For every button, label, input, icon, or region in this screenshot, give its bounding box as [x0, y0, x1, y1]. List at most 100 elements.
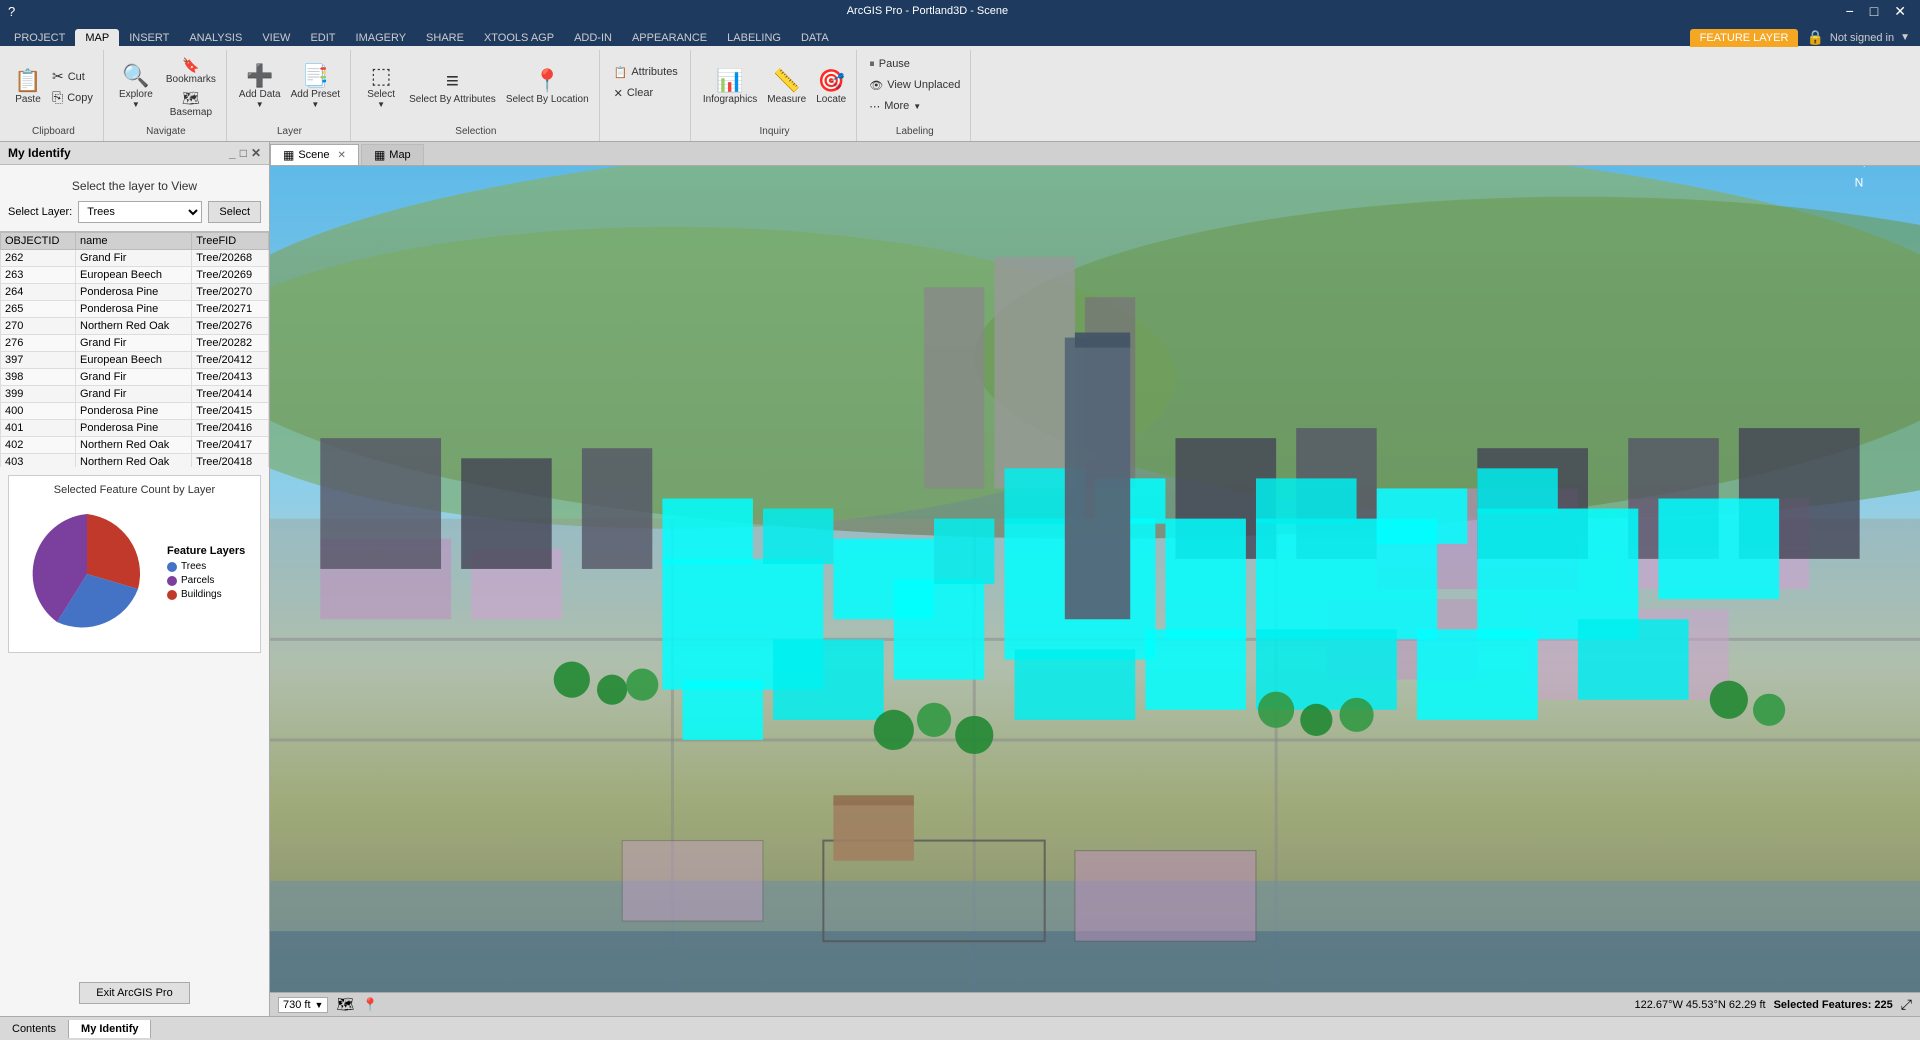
- tab-scene[interactable]: ▦ Scene ✕: [270, 144, 359, 165]
- status-bar: 730 ft ▼ 🗺 📍 122.67°W 45.53°N 62.29 ft S…: [270, 992, 1920, 1016]
- tab-edit[interactable]: EDIT: [300, 29, 345, 47]
- ribbon-group-inquiry: 📊 Infographics 📏 Measure 🎯 Locate Inquir…: [693, 50, 857, 141]
- ribbon-group-feature-attrs: 📋 Attributes ✕ Clear: [602, 50, 691, 141]
- table-row[interactable]: 264Ponderosa PineTree/20270: [1, 284, 269, 301]
- table-cell: 398: [1, 369, 76, 386]
- bookmarks-button[interactable]: 🔖 Bookmarks: [162, 55, 220, 87]
- help-icon[interactable]: ?: [8, 4, 15, 19]
- cut-button[interactable]: ✂ Cut: [48, 67, 97, 87]
- measure-button[interactable]: 📏 Measure: [763, 59, 810, 115]
- viewport[interactable]: ↑ N: [270, 166, 1920, 992]
- clear-button[interactable]: ✕ Clear: [610, 83, 682, 103]
- table-row[interactable]: 265Ponderosa PineTree/20271: [1, 301, 269, 318]
- table-row[interactable]: 270Northern Red OakTree/20276: [1, 318, 269, 335]
- attributes-icon: 📋: [614, 66, 628, 79]
- tab-data[interactable]: DATA: [791, 29, 839, 47]
- table-row[interactable]: 403Northern Red OakTree/20418: [1, 454, 269, 468]
- select-by-location-button[interactable]: 📍 Select By Location: [502, 59, 593, 115]
- scene-icon: ▦: [283, 148, 294, 162]
- minimize-btn[interactable]: −: [1840, 3, 1860, 20]
- legend-item-parcels: Parcels: [167, 575, 245, 586]
- tab-share[interactable]: SHARE: [416, 29, 474, 47]
- tab-view[interactable]: VIEW: [252, 29, 300, 47]
- bottom-tab-my-identify[interactable]: My Identify: [69, 1020, 151, 1038]
- tab-insert[interactable]: INSERT: [119, 29, 179, 47]
- tab-analysis[interactable]: ANALYSIS: [179, 29, 252, 47]
- coordinates-btn[interactable]: 📍: [362, 997, 378, 1013]
- table-cell: 270: [1, 318, 76, 335]
- table-row[interactable]: 276Grand FirTree/20282: [1, 335, 269, 352]
- table-scroll-container[interactable]: OBJECTID name TreeFID 262Grand FirTree/2…: [0, 232, 269, 467]
- scene-tab-close[interactable]: ✕: [338, 150, 346, 161]
- bottom-tabs: Contents My Identify: [0, 1016, 1920, 1040]
- table-cell: Tree/20413: [192, 369, 269, 386]
- layer-dropdown[interactable]: Trees Parcels Buildings: [78, 201, 202, 223]
- table-row[interactable]: 263European BeechTree/20269: [1, 267, 269, 284]
- account-dropdown-icon[interactable]: ▼: [1900, 32, 1910, 43]
- maximize-btn[interactable]: □: [1864, 3, 1884, 20]
- tab-xtools[interactable]: XTOOLS AGP: [474, 29, 564, 47]
- pie-chart: [17, 504, 157, 644]
- pause-button[interactable]: ⏸ Pause: [865, 54, 964, 74]
- scale-selector[interactable]: 730 ft ▼: [278, 997, 328, 1013]
- add-data-button[interactable]: ➕ Add Data ▼: [235, 59, 285, 115]
- table-row[interactable]: 402Northern Red OakTree/20417: [1, 437, 269, 454]
- attributes-button[interactable]: 📋 Attributes: [610, 62, 682, 82]
- add-preset-icon: 📑: [302, 65, 329, 87]
- legend-dot-buildings: [167, 590, 177, 600]
- table-row[interactable]: 400Ponderosa PineTree/20415: [1, 403, 269, 420]
- ribbon-group-selection: ⬚ Select ▼ ≡ Select By Attributes 📍 Sele…: [353, 50, 600, 141]
- tab-project[interactable]: PROJECT: [4, 29, 75, 47]
- legend-dot-parcels: [167, 576, 177, 586]
- table-row[interactable]: 262Grand FirTree/20268: [1, 250, 269, 267]
- select-by-location-icon: 📍: [534, 70, 561, 92]
- infographics-button[interactable]: 📊 Infographics: [699, 59, 761, 115]
- view-unplaced-button[interactable]: 👁 View Unplaced: [865, 75, 964, 95]
- tab-labeling[interactable]: LABELING: [717, 29, 791, 47]
- table-cell: 397: [1, 352, 76, 369]
- tab-map[interactable]: MAP: [75, 29, 119, 47]
- scale-dropdown-icon[interactable]: ▼: [315, 1000, 324, 1010]
- table-cell: Grand Fir: [76, 335, 192, 352]
- tab-map[interactable]: ▦ Map: [361, 144, 424, 165]
- selected-features-count: Selected Features: 225: [1774, 999, 1893, 1011]
- close-btn[interactable]: ✕: [1888, 3, 1912, 20]
- panel-minimize-icon[interactable]: _: [229, 146, 236, 160]
- exit-button[interactable]: Exit ArcGIS Pro: [79, 982, 189, 1004]
- legend-item-trees: Trees: [167, 561, 245, 572]
- table-row[interactable]: 401Ponderosa PineTree/20416: [1, 420, 269, 437]
- tab-addin[interactable]: ADD-IN: [564, 29, 622, 47]
- table-cell: 262: [1, 250, 76, 267]
- panel-close-icon[interactable]: ✕: [251, 146, 261, 160]
- table-cell: 264: [1, 284, 76, 301]
- status-right: 122.67°W 45.53°N 62.29 ft Selected Featu…: [1634, 996, 1912, 1013]
- table-row[interactable]: 398Grand FirTree/20413: [1, 369, 269, 386]
- locate-button[interactable]: 🎯 Locate: [812, 59, 850, 115]
- table-row[interactable]: 397European BeechTree/20412: [1, 352, 269, 369]
- expand-icon[interactable]: ⤢: [1901, 996, 1912, 1013]
- panel-heading: Select the layer to View: [8, 173, 261, 195]
- select-button[interactable]: ⬚ Select ▼: [359, 59, 403, 115]
- select-layer-button[interactable]: Select: [208, 201, 261, 223]
- add-preset-button[interactable]: 📑 Add Preset ▼: [287, 59, 344, 115]
- tab-appearance[interactable]: APPEARANCE: [622, 29, 717, 47]
- inquiry-label: Inquiry: [699, 124, 850, 137]
- explore-button[interactable]: 🔍 Explore ▼: [112, 53, 160, 121]
- table-cell: 401: [1, 420, 76, 437]
- tab-imagery[interactable]: IMAGERY: [346, 29, 417, 47]
- table-row[interactable]: 399Grand FirTree/20414: [1, 386, 269, 403]
- more-button[interactable]: ⋯ More ▼: [865, 96, 964, 116]
- copy-button[interactable]: ⎘ Copy: [48, 88, 97, 108]
- basemap-button[interactable]: 🗺 Basemap: [162, 88, 220, 120]
- tab-feature-layer[interactable]: FEATURE LAYER: [1690, 29, 1799, 47]
- account-label[interactable]: Not signed in: [1830, 32, 1894, 44]
- view-unplaced-icon: 👁: [869, 79, 883, 92]
- select-by-attributes-button[interactable]: ≡ Select By Attributes: [405, 59, 500, 115]
- measure-icon: 📏: [773, 70, 800, 92]
- ribbon-tabs: PROJECT MAP INSERT ANALYSIS VIEW EDIT IM…: [0, 22, 1920, 46]
- bottom-tab-contents[interactable]: Contents: [0, 1020, 69, 1038]
- table-cell: Tree/20271: [192, 301, 269, 318]
- paste-button[interactable]: 📋 Paste: [10, 53, 46, 121]
- copy-icon: ⎘: [52, 89, 63, 106]
- panel-float-icon[interactable]: □: [240, 146, 247, 160]
